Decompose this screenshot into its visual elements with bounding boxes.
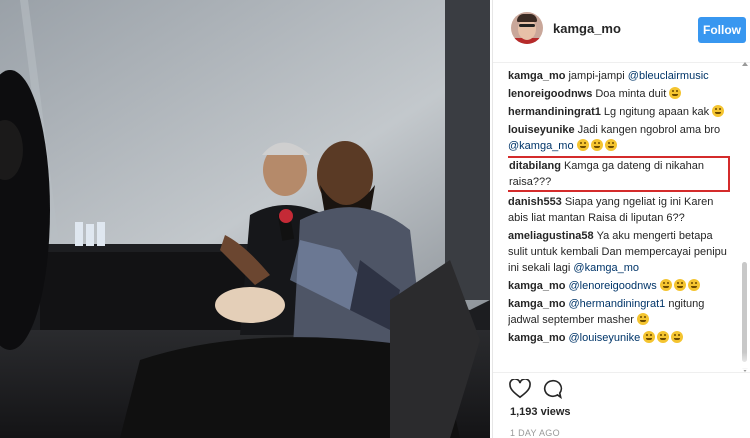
comment-item: kamga_mo jampi-jampi @bleuclairmusic (508, 68, 730, 84)
laughing-face-icon (671, 331, 684, 343)
mention-link[interactable]: @bleuclairmusic (628, 70, 709, 82)
post-timestamp: 1 DAY AGO (510, 428, 560, 438)
post-sidebar: kamga_mo Follow kamga_mo jampi-jampi @ble… (492, 0, 750, 438)
mention-link[interactable]: @kamga_mo (508, 140, 574, 152)
grinning-face-icon (712, 105, 725, 117)
mention-link[interactable]: @hermandiningrat1 (568, 298, 665, 310)
comment-item: kamga_mo @louiseyunike (508, 330, 730, 346)
comment-username[interactable]: ditabilang (509, 160, 561, 172)
laughing-face-icon (673, 279, 686, 291)
comment-icon[interactable] (541, 379, 563, 399)
comment-text: Doa minta duit (595, 88, 670, 100)
follow-button[interactable]: Follow (698, 17, 746, 43)
comment-item: danish553 Siapa yang ngeliat ig ini Karen… (508, 194, 730, 226)
post-actions (493, 372, 750, 403)
video-scene (0, 0, 490, 438)
comment-username[interactable]: danish553 (508, 196, 562, 208)
mention-link[interactable]: @louiseyunike (568, 332, 640, 344)
video-frame[interactable] (0, 0, 490, 438)
post-author-username[interactable]: kamga_mo (553, 21, 621, 36)
mention-link[interactable]: @lenoreigoodnws (568, 280, 656, 292)
comments-scrollbar[interactable] (742, 62, 748, 372)
comments-fade (493, 352, 750, 370)
heart-icon[interactable] (509, 379, 531, 399)
grinning-face-icon (637, 313, 650, 325)
comment-item: ameliagustina58 Ya aku mengerti betapa su… (508, 228, 730, 276)
laughing-face-icon (576, 139, 589, 151)
comment-text: Lg ngitung apaan kak (603, 106, 713, 118)
comment-item: kamga_mo @lenoreigoodnws (508, 278, 730, 294)
highlighted-comment: ditabilang Kamga ga dateng di nikahan rai… (508, 156, 730, 192)
comment-item: hermandiningrat1 Lg ngitung apaan kak (508, 104, 730, 120)
comment-username[interactable]: lenoreigoodnws (508, 88, 592, 100)
comment-username[interactable]: louiseyunike (508, 124, 575, 136)
comment-item: lenoreigoodnws Doa minta duit (508, 86, 730, 102)
mention-link[interactable]: @kamga_mo (573, 262, 639, 274)
comment-username[interactable]: kamga_mo (508, 70, 565, 82)
view-count: 1,193 views (510, 406, 571, 418)
laughing-face-icon (643, 331, 656, 343)
avatar[interactable] (511, 12, 543, 44)
laughing-face-icon (604, 139, 617, 151)
scroll-thumb[interactable] (742, 262, 747, 362)
comment-username[interactable]: hermandiningrat1 (508, 106, 601, 118)
comment-text: Jadi kangen ngobrol ama bro (577, 124, 721, 136)
comment-item: louiseyunike Jadi kangen ngobrol ama bro … (508, 122, 730, 154)
comment-username[interactable]: ameliagustina58 (508, 230, 594, 242)
comments-list: kamga_mo jampi-jampi @bleuclairmusic lenor… (508, 68, 730, 358)
scroll-up-arrow-icon[interactable] (742, 62, 748, 66)
comment-username[interactable]: kamga_mo (508, 332, 565, 344)
comment-item: kamga_mo @hermandiningrat1 ngitung jadwal… (508, 296, 730, 328)
laughing-face-icon (590, 139, 603, 151)
comment-text: jampi-jampi (568, 70, 628, 82)
comment-username[interactable]: kamga_mo (508, 298, 565, 310)
laughing-face-icon (659, 279, 672, 291)
laughing-face-icon (657, 331, 670, 343)
laughing-face-icon (669, 87, 682, 99)
laughing-face-icon (687, 279, 700, 291)
comment-username[interactable]: kamga_mo (508, 280, 565, 292)
post-header: kamga_mo Follow (493, 0, 750, 63)
